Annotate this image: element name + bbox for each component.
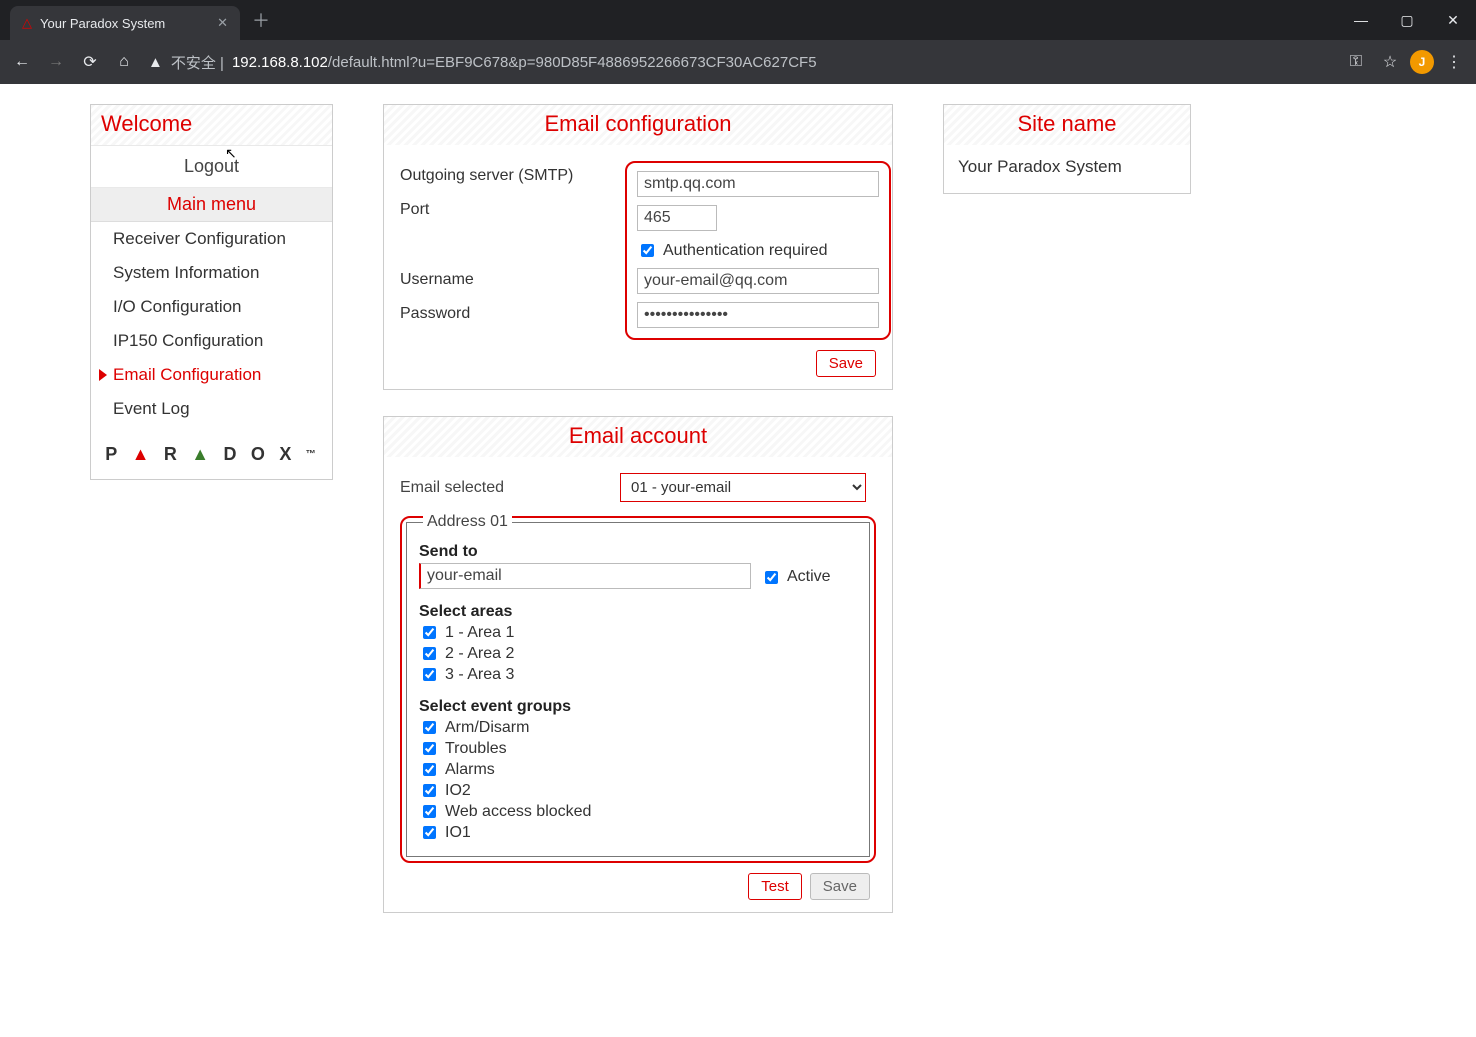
area-2-checkbox[interactable]: 2 - Area 2 — [419, 644, 639, 663]
auth-required-label: Authentication required — [663, 242, 828, 260]
event-troubles-checkbox[interactable]: Troubles — [419, 739, 639, 758]
site-name-value: Your Paradox System — [944, 145, 1190, 193]
home-button[interactable]: ⌂ — [110, 48, 138, 76]
select-events-label: Select event groups — [419, 698, 857, 716]
email-account-title: Email account — [384, 417, 892, 457]
forward-button[interactable]: → — [42, 48, 70, 76]
password-input[interactable] — [637, 302, 879, 328]
reload-button[interactable]: ⟳ — [76, 48, 104, 76]
site-name-panel: Site name Your Paradox System — [943, 104, 1191, 194]
key-icon[interactable]: ⚿ — [1342, 48, 1370, 76]
minimize-button[interactable]: — — [1338, 0, 1384, 40]
site-name-title: Site name — [944, 105, 1190, 145]
auth-required-checkbox[interactable]: Authentication required — [637, 241, 879, 260]
event-alarms-checkbox[interactable]: Alarms — [419, 760, 639, 779]
new-tab-button[interactable]: ＋ — [240, 7, 282, 33]
smtp-settings-box: Authentication required — [625, 161, 891, 340]
smtp-label: Outgoing server (SMTP) — [400, 167, 615, 185]
star-icon[interactable]: ☆ — [1376, 48, 1404, 76]
close-window-button[interactable]: ✕ — [1430, 0, 1476, 40]
smtp-server-input[interactable] — [637, 171, 879, 197]
username-input[interactable] — [637, 268, 879, 294]
email-config-title: Email configuration — [384, 105, 892, 145]
username-label: Username — [400, 271, 615, 289]
area-1-checkbox[interactable]: 1 - Area 1 — [419, 623, 639, 642]
profile-avatar[interactable]: J — [1410, 50, 1434, 74]
event-io2-checkbox[interactable]: IO2 — [419, 781, 639, 800]
test-button[interactable]: Test — [748, 873, 802, 900]
welcome-title: Welcome — [91, 105, 332, 145]
security-label: 不安全 | — [171, 52, 224, 73]
event-webblocked-checkbox[interactable]: Web access blocked — [419, 802, 639, 821]
nav-ip150-config[interactable]: IP150 Configuration — [91, 324, 332, 358]
area-3-checkbox[interactable]: 3 - Area 3 — [419, 665, 639, 684]
save-smtp-button[interactable]: Save — [816, 350, 876, 377]
address-box: Address 01 Send to Active Select areas — [400, 516, 876, 863]
save-account-button[interactable]: Save — [810, 873, 870, 900]
insecure-icon: ▲ — [148, 54, 163, 71]
maximize-button[interactable]: ▢ — [1384, 0, 1430, 40]
back-button[interactable]: ← — [8, 48, 36, 76]
address-bar[interactable]: ▲ 不安全 | 192.168.8.102/default.html?u=EBF… — [144, 52, 1336, 73]
email-account-panel: Email account Email selected 01 - your-e… — [383, 416, 893, 913]
select-areas-label: Select areas — [419, 603, 857, 621]
email-selected-dropdown[interactable]: 01 - your-email — [620, 473, 866, 502]
nav-receiver-config[interactable]: Receiver Configuration — [91, 222, 332, 256]
active-checkbox[interactable]: Active — [761, 568, 831, 587]
menu-icon[interactable]: ⋮ — [1440, 48, 1468, 76]
url-path: /default.html?u=EBF9C678&p=980D85F488695… — [328, 54, 817, 71]
address-legend: Address 01 — [423, 513, 512, 531]
sendto-input[interactable] — [419, 563, 751, 589]
email-config-panel: Email configuration Outgoing server (SMT… — [383, 104, 893, 390]
event-armdisarm-checkbox[interactable]: Arm/Disarm — [419, 718, 639, 737]
tab-title: Your Paradox System — [40, 16, 165, 31]
close-tab-icon[interactable]: ✕ — [217, 15, 228, 31]
nav-system-info[interactable]: System Information — [91, 256, 332, 290]
sendto-label: Send to — [419, 543, 857, 561]
logout-link[interactable]: Logout — [91, 145, 332, 188]
paradox-icon: △ — [22, 15, 32, 31]
port-label: Port — [400, 201, 615, 219]
sidebar-panel: Welcome Logout Main menu Receiver Config… — [90, 104, 333, 480]
smtp-port-input[interactable] — [637, 205, 717, 231]
paradox-logo: P▲R▲DOX™ — [91, 426, 332, 479]
nav-email-config[interactable]: Email Configuration — [91, 358, 332, 392]
email-selected-label: Email selected — [400, 479, 620, 497]
password-label: Password — [400, 305, 615, 323]
active-label: Active — [787, 568, 831, 586]
main-menu-header: Main menu — [91, 188, 332, 222]
nav-io-config[interactable]: I/O Configuration — [91, 290, 332, 324]
nav-event-log[interactable]: Event Log — [91, 392, 332, 426]
browser-tab[interactable]: △ Your Paradox System ✕ — [10, 6, 240, 40]
event-io1-checkbox[interactable]: IO1 — [419, 823, 857, 842]
url-host: 192.168.8.102 — [232, 54, 328, 71]
